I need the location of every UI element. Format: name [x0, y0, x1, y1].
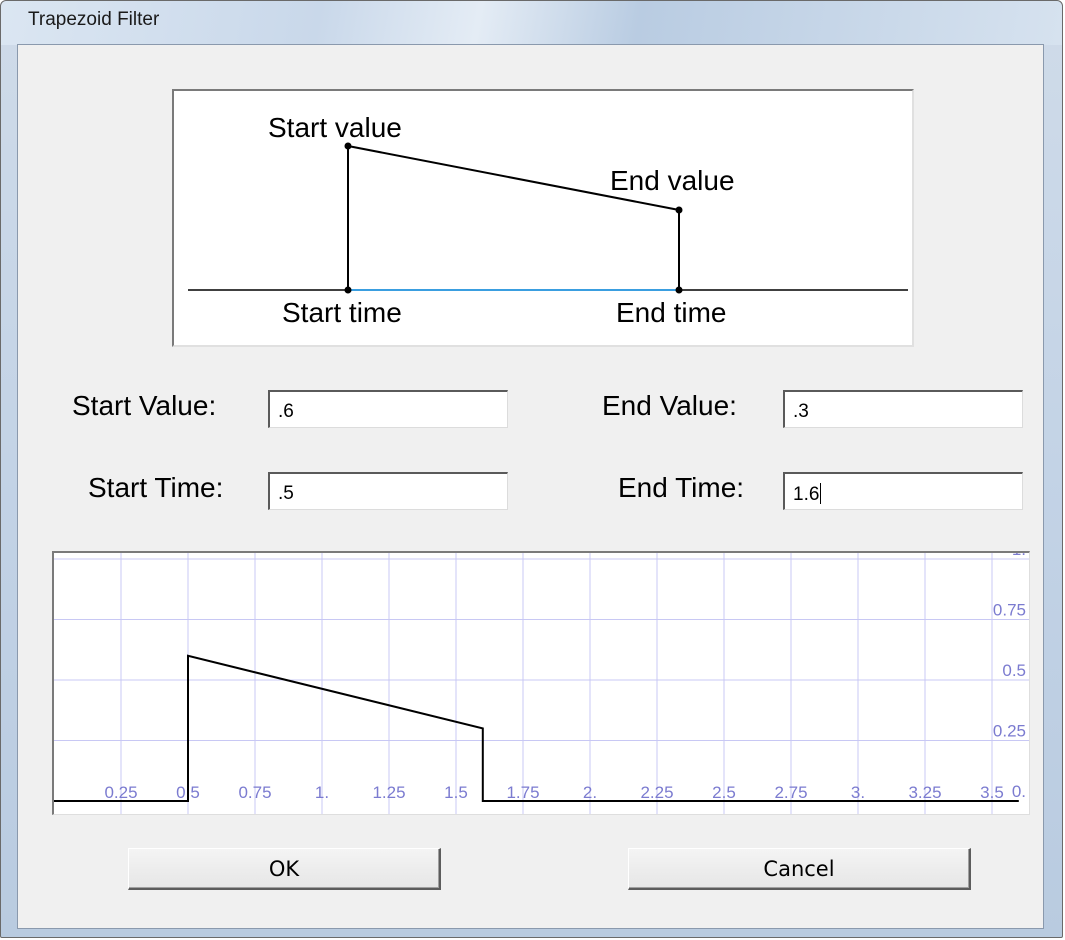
trapezoid-diagram: Start value End value Start time End tim… — [172, 89, 914, 347]
plot-x-tick-label: 1.25 — [372, 783, 405, 802]
plot-x-tick-label: 3.5 — [980, 783, 1004, 802]
plot-y-tick-label: 0.5 — [1002, 661, 1026, 680]
plot-y-tick-label: 0.75 — [993, 601, 1026, 620]
title-bar[interactable]: Trapezoid Filter — [1, 1, 1062, 45]
end-value-input[interactable]: .3 — [783, 390, 1023, 428]
start-time-input[interactable]: .5 — [268, 472, 508, 510]
plot-x-tick-label: 2.75 — [774, 783, 807, 802]
end-time-point — [675, 286, 683, 294]
start-time-point — [344, 286, 352, 294]
diagram-end-value-label: End value — [610, 165, 735, 196]
cancel-button[interactable]: Cancel — [628, 848, 971, 890]
end-time-text: 1.6 — [793, 484, 820, 505]
start-time-text: .5 — [278, 483, 294, 504]
plot-x-tick-label: 2.25 — [640, 783, 673, 802]
end-value-text: .3 — [793, 401, 809, 422]
text-caret — [820, 483, 822, 504]
end-value-label: End Value: — [602, 390, 737, 421]
diagram-end-time-label: End time — [616, 297, 727, 328]
plot-y-tick-label: 1. — [1012, 553, 1026, 559]
plot-x-tick-label: 0.25 — [104, 783, 137, 802]
end-time-input[interactable]: 1.6 — [783, 472, 1023, 510]
end-value-point — [675, 206, 683, 214]
plot-x-tick-label: 0.75 — [238, 783, 271, 802]
plot-y-tick-label: 0.25 — [993, 722, 1026, 741]
start-value-label: Start Value: — [72, 390, 217, 421]
filter-plot-svg: 0.25 0.5 0.75 1. 1.25 1.5 1.75 2. 2.25 2.5 2.75 3. 3… — [54, 553, 1029, 814]
diagram-start-time-label: Start time — [282, 297, 402, 328]
plot-x-tick-label: 2.5 — [712, 783, 736, 802]
plot-x-tick-label: 1. — [315, 783, 329, 802]
plot-x-tick-label: 3.25 — [908, 783, 941, 802]
plot-x-tick-label: 3. — [851, 783, 865, 802]
plot-x-tick-label: 2. — [583, 783, 597, 802]
ok-button[interactable]: OK — [128, 848, 441, 890]
start-time-label: Start Time: — [88, 472, 224, 503]
plot-x-tick-label: 1.75 — [506, 783, 539, 802]
filter-plot: 0.25 0.5 0.75 1. 1.25 1.5 1.75 2. 2.25 2.5 2.75 3. 3… — [52, 551, 1030, 815]
window-title: Trapezoid Filter — [28, 9, 160, 30]
start-value-text: .6 — [278, 401, 294, 422]
plot-series-line — [54, 654, 1019, 802]
plot-y-tick-label: 0. — [1012, 782, 1026, 801]
plot-x-tick-label: 1.5 — [444, 783, 468, 802]
start-value-input[interactable]: .6 — [268, 390, 508, 428]
diagram-start-value-label: Start value — [268, 112, 402, 143]
end-time-label: End Time: — [618, 472, 745, 503]
